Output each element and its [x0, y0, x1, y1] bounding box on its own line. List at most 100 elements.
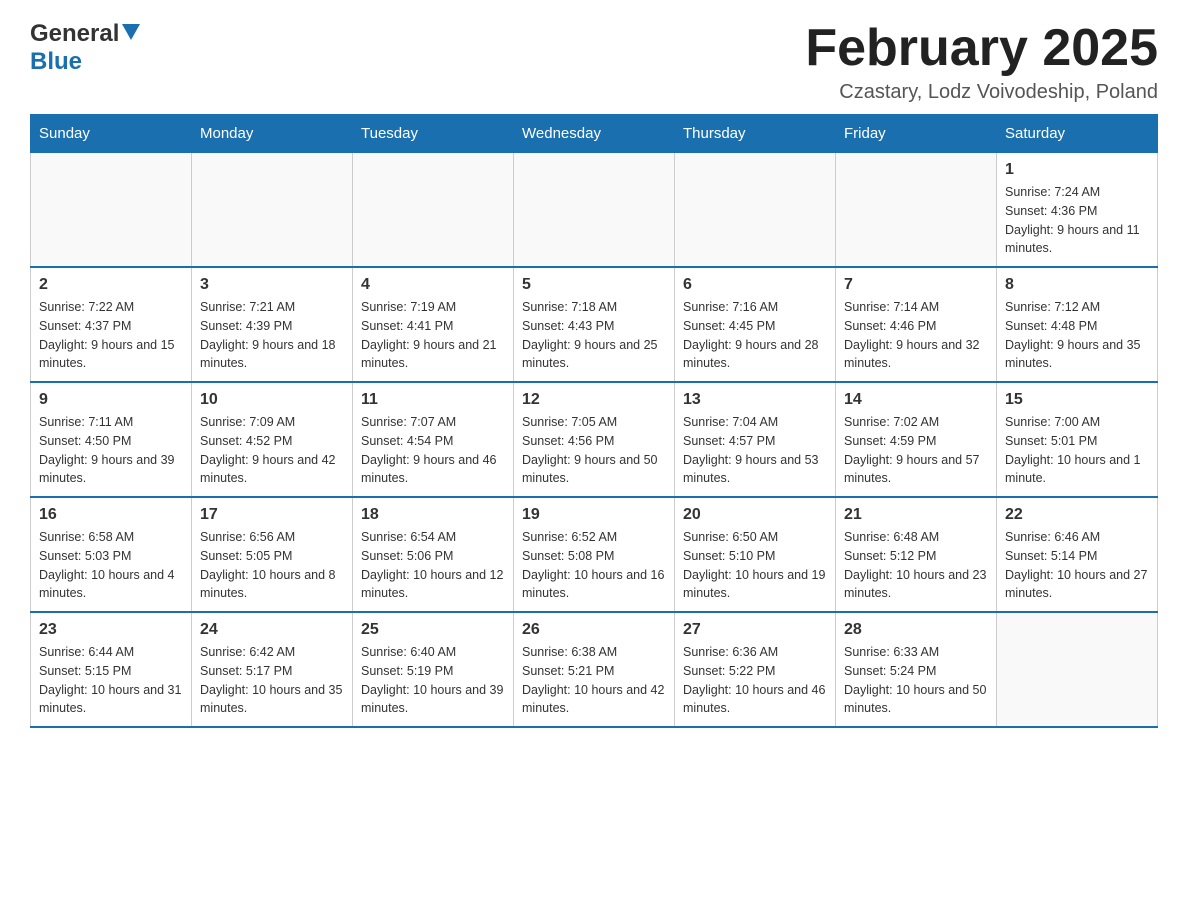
day-number: 16: [39, 506, 183, 524]
calendar-cell-week3-day3: 12 Sunrise: 7:05 AM Sunset: 4:56 PM Dayli…: [514, 382, 675, 497]
calendar-cell-week1-day5: [836, 153, 997, 268]
calendar-week-5: 23 Sunrise: 6:44 AM Sunset: 5:15 PM Dayli…: [31, 612, 1158, 727]
weekday-header-friday: Friday: [836, 115, 997, 153]
calendar-cell-week3-day2: 11 Sunrise: 7:07 AM Sunset: 4:54 PM Dayli…: [353, 382, 514, 497]
calendar-cell-week5-day3: 26 Sunrise: 6:38 AM Sunset: 5:21 PM Dayli…: [514, 612, 675, 727]
day-number: 9: [39, 391, 183, 409]
day-info: Sunrise: 7:12 AM Sunset: 4:48 PM Dayligh…: [1005, 298, 1149, 373]
location-subtitle: Czastary, Lodz Voivodeship, Poland: [805, 81, 1158, 104]
calendar-cell-week2-day0: 2 Sunrise: 7:22 AM Sunset: 4:37 PM Daylig…: [31, 267, 192, 382]
calendar-header: SundayMondayTuesdayWednesdayThursdayFrid…: [31, 115, 1158, 153]
day-info: Sunrise: 7:02 AM Sunset: 4:59 PM Dayligh…: [844, 413, 988, 488]
calendar-week-1: 1Sunrise: 7:24 AM Sunset: 4:36 PM Daylig…: [31, 153, 1158, 268]
weekday-header-monday: Monday: [192, 115, 353, 153]
day-info: Sunrise: 6:36 AM Sunset: 5:22 PM Dayligh…: [683, 643, 827, 718]
calendar-cell-week1-day6: 1Sunrise: 7:24 AM Sunset: 4:36 PM Daylig…: [997, 153, 1158, 268]
day-info: Sunrise: 7:05 AM Sunset: 4:56 PM Dayligh…: [522, 413, 666, 488]
logo-blue-text: Blue: [30, 48, 82, 75]
calendar-cell-week2-day3: 5Sunrise: 7:18 AM Sunset: 4:43 PM Daylig…: [514, 267, 675, 382]
day-number: 14: [844, 391, 988, 409]
calendar-cell-week5-day5: 28 Sunrise: 6:33 AM Sunset: 5:24 PM Dayli…: [836, 612, 997, 727]
day-number: 4: [361, 276, 505, 294]
day-number: 23: [39, 621, 183, 639]
day-info: Sunrise: 7:19 AM Sunset: 4:41 PM Dayligh…: [361, 298, 505, 373]
weekday-header-tuesday: Tuesday: [353, 115, 514, 153]
day-number: 17: [200, 506, 344, 524]
calendar-cell-week4-day0: 16 Sunrise: 6:58 AM Sunset: 5:03 PM Dayli…: [31, 497, 192, 612]
day-info: Sunrise: 7:11 AM Sunset: 4:50 PM Dayligh…: [39, 413, 183, 488]
day-info: Sunrise: 6:52 AM Sunset: 5:08 PM Dayligh…: [522, 528, 666, 603]
day-info: Sunrise: 7:00 AM Sunset: 5:01 PM Dayligh…: [1005, 413, 1149, 488]
day-number: 6: [683, 276, 827, 294]
calendar-cell-week3-day6: 15Sunrise: 7:00 AM Sunset: 5:01 PM Dayli…: [997, 382, 1158, 497]
day-info: Sunrise: 6:50 AM Sunset: 5:10 PM Dayligh…: [683, 528, 827, 603]
calendar-cell-week5-day2: 25 Sunrise: 6:40 AM Sunset: 5:19 PM Dayli…: [353, 612, 514, 727]
calendar-week-4: 16 Sunrise: 6:58 AM Sunset: 5:03 PM Dayli…: [31, 497, 1158, 612]
calendar-cell-week4-day3: 19Sunrise: 6:52 AM Sunset: 5:08 PM Dayli…: [514, 497, 675, 612]
day-info: Sunrise: 7:22 AM Sunset: 4:37 PM Dayligh…: [39, 298, 183, 373]
day-info: Sunrise: 6:42 AM Sunset: 5:17 PM Dayligh…: [200, 643, 344, 718]
calendar-cell-week4-day5: 21Sunrise: 6:48 AM Sunset: 5:12 PM Dayli…: [836, 497, 997, 612]
calendar-cell-week2-day2: 4 Sunrise: 7:19 AM Sunset: 4:41 PM Daylig…: [353, 267, 514, 382]
calendar-table: SundayMondayTuesdayWednesdayThursdayFrid…: [30, 114, 1158, 728]
calendar-cell-week3-day4: 13 Sunrise: 7:04 AM Sunset: 4:57 PM Dayli…: [675, 382, 836, 497]
calendar-cell-week4-day2: 18 Sunrise: 6:54 AM Sunset: 5:06 PM Dayli…: [353, 497, 514, 612]
calendar-cell-week2-day1: 3 Sunrise: 7:21 AM Sunset: 4:39 PM Daylig…: [192, 267, 353, 382]
day-info: Sunrise: 6:46 AM Sunset: 5:14 PM Dayligh…: [1005, 528, 1149, 603]
day-number: 8: [1005, 276, 1149, 294]
day-number: 13: [683, 391, 827, 409]
day-info: Sunrise: 7:07 AM Sunset: 4:54 PM Dayligh…: [361, 413, 505, 488]
day-info: Sunrise: 6:44 AM Sunset: 5:15 PM Dayligh…: [39, 643, 183, 718]
day-info: Sunrise: 6:54 AM Sunset: 5:06 PM Dayligh…: [361, 528, 505, 603]
day-info: Sunrise: 7:09 AM Sunset: 4:52 PM Dayligh…: [200, 413, 344, 488]
day-number: 1: [1005, 161, 1149, 179]
day-info: Sunrise: 6:58 AM Sunset: 5:03 PM Dayligh…: [39, 528, 183, 603]
day-info: Sunrise: 6:38 AM Sunset: 5:21 PM Dayligh…: [522, 643, 666, 718]
weekday-header-wednesday: Wednesday: [514, 115, 675, 153]
day-number: 20: [683, 506, 827, 524]
day-number: 12: [522, 391, 666, 409]
day-info: Sunrise: 6:40 AM Sunset: 5:19 PM Dayligh…: [361, 643, 505, 718]
calendar-cell-week4-day4: 20 Sunrise: 6:50 AM Sunset: 5:10 PM Dayli…: [675, 497, 836, 612]
weekday-header-saturday: Saturday: [997, 115, 1158, 153]
calendar-cell-week5-day6: [997, 612, 1158, 727]
page-header: General Blue February 2025 Czastary, Lod…: [30, 20, 1158, 104]
day-number: 7: [844, 276, 988, 294]
day-info: Sunrise: 6:56 AM Sunset: 5:05 PM Dayligh…: [200, 528, 344, 603]
month-title: February 2025: [805, 20, 1158, 77]
calendar-cell-week5-day4: 27Sunrise: 6:36 AM Sunset: 5:22 PM Dayli…: [675, 612, 836, 727]
day-number: 26: [522, 621, 666, 639]
day-number: 11: [361, 391, 505, 409]
calendar-cell-week3-day1: 10 Sunrise: 7:09 AM Sunset: 4:52 PM Dayli…: [192, 382, 353, 497]
day-number: 22: [1005, 506, 1149, 524]
weekday-header-row: SundayMondayTuesdayWednesdayThursdayFrid…: [31, 115, 1158, 153]
calendar-cell-week3-day0: 9 Sunrise: 7:11 AM Sunset: 4:50 PM Daylig…: [31, 382, 192, 497]
day-info: Sunrise: 7:18 AM Sunset: 4:43 PM Dayligh…: [522, 298, 666, 373]
weekday-header-thursday: Thursday: [675, 115, 836, 153]
day-info: Sunrise: 6:33 AM Sunset: 5:24 PM Dayligh…: [844, 643, 988, 718]
day-number: 21: [844, 506, 988, 524]
calendar-cell-week5-day1: 24 Sunrise: 6:42 AM Sunset: 5:17 PM Dayli…: [192, 612, 353, 727]
weekday-header-sunday: Sunday: [31, 115, 192, 153]
calendar-cell-week2-day5: 7 Sunrise: 7:14 AM Sunset: 4:46 PM Daylig…: [836, 267, 997, 382]
day-info: Sunrise: 7:04 AM Sunset: 4:57 PM Dayligh…: [683, 413, 827, 488]
day-number: 18: [361, 506, 505, 524]
day-number: 25: [361, 621, 505, 639]
day-info: Sunrise: 7:21 AM Sunset: 4:39 PM Dayligh…: [200, 298, 344, 373]
calendar-cell-week1-day3: [514, 153, 675, 268]
day-number: 2: [39, 276, 183, 294]
day-info: Sunrise: 7:14 AM Sunset: 4:46 PM Dayligh…: [844, 298, 988, 373]
day-number: 3: [200, 276, 344, 294]
calendar-week-2: 2 Sunrise: 7:22 AM Sunset: 4:37 PM Daylig…: [31, 267, 1158, 382]
title-area: February 2025 Czastary, Lodz Voivodeship…: [805, 20, 1158, 104]
calendar-week-3: 9 Sunrise: 7:11 AM Sunset: 4:50 PM Daylig…: [31, 382, 1158, 497]
calendar-cell-week1-day0: [31, 153, 192, 268]
day-info: Sunrise: 7:16 AM Sunset: 4:45 PM Dayligh…: [683, 298, 827, 373]
calendar-cell-week4-day6: 22 Sunrise: 6:46 AM Sunset: 5:14 PM Dayli…: [997, 497, 1158, 612]
logo: General Blue: [30, 20, 140, 76]
day-number: 28: [844, 621, 988, 639]
day-number: 10: [200, 391, 344, 409]
day-number: 24: [200, 621, 344, 639]
calendar-cell-week5-day0: 23 Sunrise: 6:44 AM Sunset: 5:15 PM Dayli…: [31, 612, 192, 727]
calendar-cell-week1-day4: [675, 153, 836, 268]
